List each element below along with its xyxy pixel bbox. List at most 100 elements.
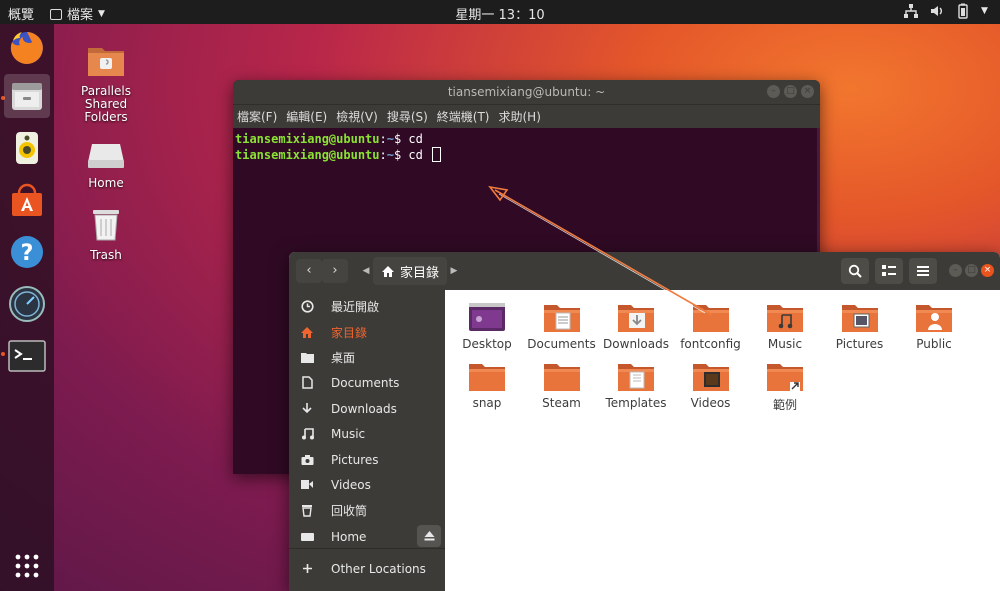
sidebar-item-home[interactable]: 家目錄 — [289, 320, 445, 345]
file-item[interactable]: 範例 — [745, 361, 825, 413]
download-icon — [302, 403, 312, 414]
sidebar-item-pictures[interactable]: Pictures — [289, 447, 445, 472]
terminal-output[interactable]: tiansemixiang@ubuntu:~$ cd tiansemixiang… — [233, 128, 820, 167]
places-sidebar: 最近開啟 家目錄 桌面 Documents Downloads Music Pi… — [289, 290, 445, 591]
file-item-label: Pictures — [835, 337, 884, 351]
help-icon: ? — [11, 236, 43, 268]
path-scroll-left[interactable]: ◀ — [359, 257, 373, 285]
path-scroll-right[interactable]: ▶ — [447, 257, 461, 285]
prompt-path: ~ — [386, 132, 394, 146]
shared-folder-icon — [88, 48, 124, 76]
sidebar-item-label: Pictures — [331, 452, 379, 467]
back-button[interactable]: ‹ — [296, 259, 322, 283]
eject-button[interactable] — [417, 525, 441, 547]
dock-rhythmbox[interactable] — [4, 126, 50, 170]
sidebar-item-other-locations[interactable]: Other Locations — [289, 556, 445, 581]
desktop-icon-parallels[interactable]: Parallels Shared Folders — [66, 42, 146, 124]
close-button[interactable]: × — [981, 264, 994, 277]
dock-firefox[interactable] — [4, 26, 50, 70]
menu-button[interactable] — [909, 258, 937, 284]
desktop-icon-trash[interactable]: Trash — [66, 206, 146, 262]
file-item-label: snap — [472, 396, 502, 410]
eject-icon — [424, 531, 434, 541]
file-item[interactable]: snap — [447, 361, 527, 410]
dock-software[interactable] — [4, 178, 50, 222]
sidebar-item-documents[interactable]: Documents — [289, 370, 445, 395]
forward-button[interactable]: › — [322, 259, 348, 283]
search-button[interactable] — [841, 258, 869, 284]
file-item[interactable]: Downloads — [596, 302, 676, 351]
sidebar-item-label: Videos — [331, 477, 371, 492]
file-item[interactable]: Documents — [522, 302, 602, 351]
folder-icon — [841, 305, 878, 332]
sidebar-item-trash[interactable]: 回收筒 — [289, 498, 445, 523]
maximize-button[interactable]: □ — [784, 85, 797, 98]
window-title: tiansemixiang@ubuntu: ~ — [447, 85, 606, 99]
clock[interactable]: 星期一 13：10 — [0, 4, 1000, 23]
menu-terminal[interactable]: 終端機(T) — [437, 108, 490, 125]
sidebar-item-music[interactable]: Music — [289, 421, 445, 446]
file-item[interactable]: fontconfig — [671, 302, 751, 351]
chevron-right-icon: › — [332, 263, 338, 278]
dock-terminal[interactable] — [4, 334, 50, 378]
minimize-button[interactable]: – — [949, 264, 962, 277]
system-tray[interactable]: ▼ — [903, 3, 990, 19]
music-icon — [301, 428, 314, 440]
prompt-user: tiansemixiang@ubuntu — [235, 132, 380, 146]
desktop-icon-label: Parallels Shared Folders — [81, 84, 131, 124]
file-item[interactable]: Public — [894, 302, 974, 351]
show-applications-button[interactable] — [4, 544, 50, 588]
prompt-user: tiansemixiang@ubuntu — [235, 148, 380, 162]
sidebar-item-home-drive[interactable]: Home — [289, 524, 445, 549]
file-item[interactable]: Music — [745, 302, 825, 351]
desktop-icon-home[interactable]: Home — [66, 140, 146, 190]
path-segment-home[interactable]: 家目錄 — [373, 257, 448, 285]
terminal-titlebar[interactable]: tiansemixiang@ubuntu: ~ – □ × — [233, 80, 820, 104]
sidebar-item-label: Home — [331, 529, 367, 544]
battery-icon — [958, 3, 968, 19]
sidebar-item-videos[interactable]: Videos — [289, 472, 445, 497]
menu-search[interactable]: 搜尋(S) — [387, 108, 428, 125]
dock-help[interactable]: ? — [4, 230, 50, 274]
menu-view[interactable]: 檢視(V) — [336, 108, 378, 125]
sidebar-item-desktop[interactable]: 桌面 — [289, 345, 445, 370]
file-item[interactable]: Videos — [671, 361, 751, 410]
desktop-folder-icon — [469, 303, 505, 331]
file-item[interactable]: Desktop — [447, 302, 527, 351]
file-item[interactable]: Steam — [522, 361, 602, 410]
file-manager-headerbar[interactable]: ‹ › ◀ 家目錄 ▶ – □ × — [289, 252, 1000, 290]
view-toggle-button[interactable] — [875, 258, 903, 284]
file-item[interactable]: Pictures — [820, 302, 900, 351]
text-cursor — [432, 147, 442, 162]
maximize-button[interactable]: □ — [965, 264, 978, 277]
app-grid-icon — [15, 554, 39, 578]
file-item[interactable]: Templates — [596, 361, 676, 410]
dock-amazon-gauge[interactable] — [4, 282, 50, 326]
terminal-menubar: 檔案(F) 編輯(E) 檢視(V) 搜尋(S) 終端機(T) 求助(H) — [233, 104, 820, 128]
menu-help[interactable]: 求助(H) — [499, 108, 541, 125]
file-item-label: Public — [916, 337, 952, 351]
dock-files[interactable] — [4, 74, 50, 118]
sidebar-item-downloads[interactable]: Downloads — [289, 396, 445, 421]
plus-icon — [302, 564, 312, 573]
minimize-button[interactable]: – — [767, 85, 780, 98]
menu-file[interactable]: 檔案(F) — [237, 108, 277, 125]
folder-icon — [916, 305, 952, 332]
window-controls: – □ × — [767, 85, 814, 98]
close-button[interactable]: × — [801, 85, 814, 98]
home-icon — [382, 265, 394, 277]
watermark-brand: Bai du 经验 — [765, 511, 960, 591]
network-icon — [904, 4, 918, 18]
shopping-bag-icon — [12, 183, 42, 216]
firefox-icon — [10, 32, 43, 64]
menu-edit[interactable]: 編輯(E) — [286, 108, 327, 125]
sidebar-item-label: Downloads — [331, 401, 397, 416]
path-bar: ◀ 家目錄 ▶ — [359, 257, 461, 285]
sidebar-item-recent[interactable]: 最近開啟 — [289, 294, 445, 319]
dock: ? — [0, 24, 54, 591]
folder-icon — [300, 353, 314, 363]
desktop-icon-label: Trash — [90, 248, 122, 262]
file-item-label: Templates — [605, 396, 667, 410]
drive-icon — [300, 532, 314, 541]
sidebar-item-label: 家目錄 — [331, 326, 368, 340]
